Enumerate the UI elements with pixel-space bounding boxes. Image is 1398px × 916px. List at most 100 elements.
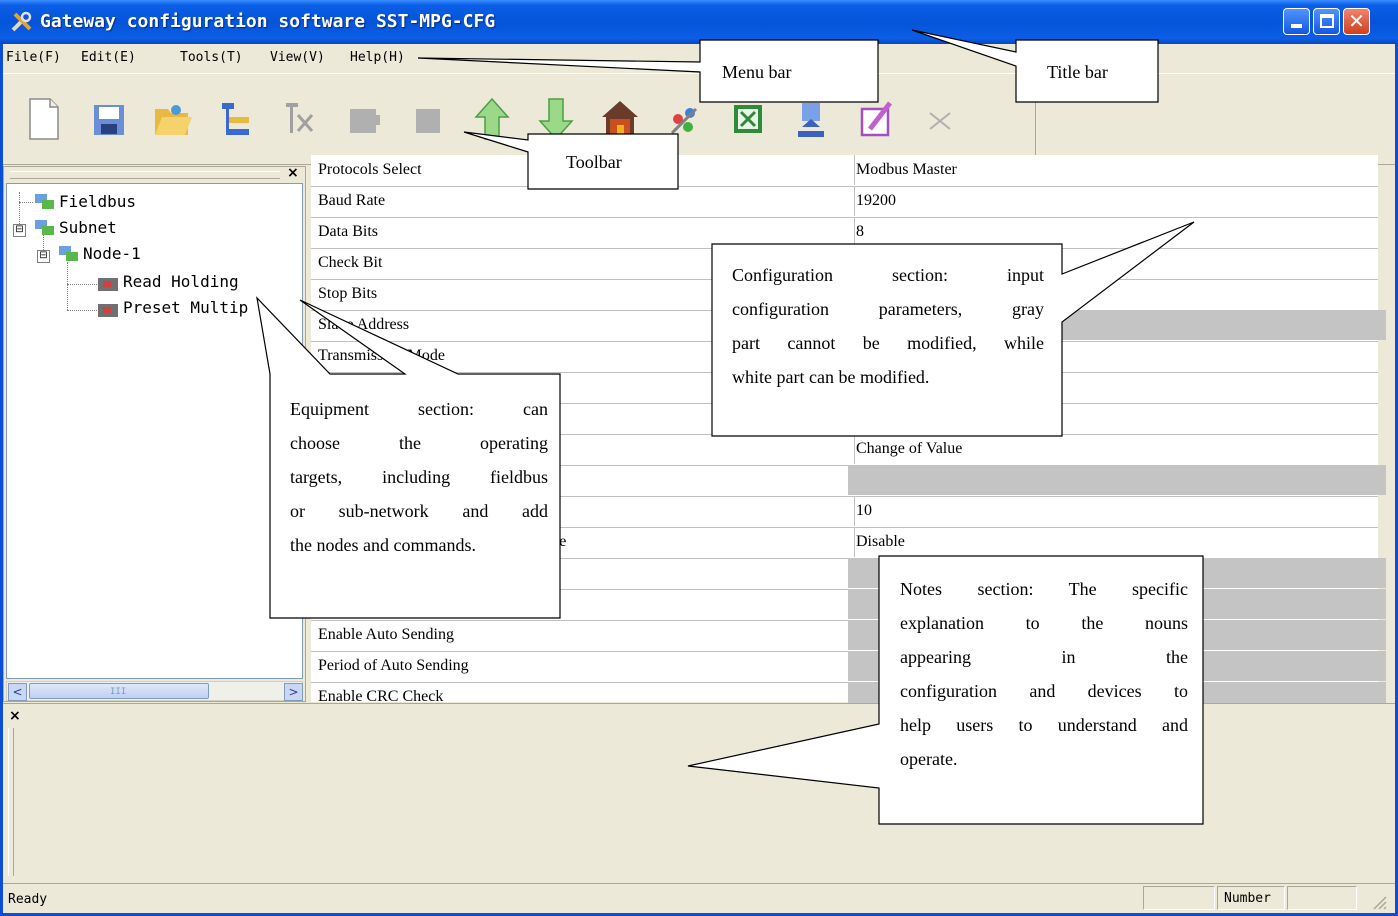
menu-bar: File(F) Edit(E) Tools(T) View(V) Help(H) bbox=[3, 44, 1395, 74]
device-tree[interactable]: Fieldbus ⊟ Subnet ⊟ Node-1 Read Holding … bbox=[6, 183, 303, 679]
menu-edit[interactable]: Edit(E) bbox=[81, 50, 136, 65]
config-row-value[interactable]: 10 bbox=[848, 496, 1386, 526]
tree-line bbox=[67, 262, 68, 310]
equipment-panel: × Fieldbus ⊟ Subnet ⊟ Node-1 Read Holdin… bbox=[3, 165, 306, 702]
tree-line bbox=[19, 202, 33, 203]
tree-line bbox=[67, 284, 97, 285]
close-button[interactable]: ✕ bbox=[1343, 8, 1370, 35]
tree-node-node-1[interactable]: Node-1 bbox=[83, 244, 141, 263]
command-icon bbox=[97, 300, 119, 320]
config-row[interactable]: Baud Rate 19200 bbox=[311, 186, 1378, 218]
menu-view[interactable]: View(V) bbox=[270, 50, 325, 65]
minimize-button[interactable] bbox=[1283, 8, 1310, 35]
new-file-icon[interactable] bbox=[24, 95, 64, 143]
up-arrow-icon[interactable] bbox=[472, 95, 512, 143]
menu-file[interactable]: File(F) bbox=[6, 50, 61, 65]
tools-icon[interactable] bbox=[664, 95, 704, 143]
toolbar-group bbox=[6, 81, 1036, 159]
tree-line bbox=[67, 310, 97, 311]
panel-grip[interactable] bbox=[10, 171, 280, 179]
callout-line: configuration and devices to bbox=[900, 681, 1188, 701]
collapse-icon[interactable]: ⊟ bbox=[37, 250, 50, 263]
status-text: Ready bbox=[8, 892, 48, 907]
tree-node-subnet[interactable]: Subnet bbox=[59, 218, 117, 237]
config-row[interactable]: Interval between characters bbox=[311, 558, 1386, 590]
status-bar: Ready Number bbox=[3, 883, 1395, 913]
edit-icon[interactable] bbox=[856, 95, 896, 143]
config-row[interactable]: Period of Auto Sending bbox=[311, 651, 1386, 683]
callout-line: choose the operating bbox=[290, 433, 548, 453]
config-row-value[interactable]: Modbus Master bbox=[848, 155, 1386, 185]
config-row-value[interactable]: Disable bbox=[848, 527, 1386, 557]
config-row-value bbox=[848, 465, 1386, 495]
menu-bar-callout-label: Menu bar bbox=[722, 62, 792, 82]
panel-close-icon[interactable]: × bbox=[287, 165, 299, 181]
down-arrow-icon[interactable] bbox=[536, 95, 576, 143]
tree-node-fieldbus[interactable]: Fieldbus bbox=[59, 192, 136, 211]
callout-line: explanation to the nouns bbox=[900, 613, 1188, 633]
callout-line: white part can be modified. bbox=[732, 367, 930, 387]
status-panel-number: Number bbox=[1217, 886, 1285, 910]
config-row[interactable]: Protocols Select Modbus Master bbox=[311, 155, 1378, 187]
callout-line: the nodes and commands. bbox=[290, 535, 476, 555]
config-row[interactable]: Offset Address bbox=[311, 589, 1386, 621]
config-row-name: Offset Address bbox=[311, 589, 855, 619]
scroll-left-icon[interactable]: < bbox=[8, 683, 27, 701]
maximize-button[interactable] bbox=[1313, 8, 1340, 35]
config-row[interactable]: Data Bits 8 bbox=[311, 217, 1378, 249]
panel-grip[interactable] bbox=[8, 728, 14, 876]
add-subnet-icon[interactable] bbox=[216, 95, 256, 143]
command-icon bbox=[97, 274, 119, 294]
callout-line: Notes section: The specific bbox=[900, 579, 1188, 599]
tree-line bbox=[19, 192, 20, 224]
menu-tools[interactable]: Tools(T) bbox=[180, 50, 243, 65]
callout-line: appearing in the bbox=[900, 647, 1188, 667]
resize-grip-icon[interactable] bbox=[1371, 894, 1387, 910]
configuration-callout-text: Configuration section: input configurati… bbox=[732, 258, 1044, 394]
config-row-value[interactable]: 19200 bbox=[848, 186, 1386, 216]
collapse-icon[interactable]: ⊟ bbox=[13, 224, 26, 237]
scroll-right-icon[interactable]: > bbox=[284, 683, 303, 701]
callout-line: Configuration section: input bbox=[732, 265, 1044, 285]
tree-node-read-holding[interactable]: Read Holding bbox=[123, 272, 239, 291]
config-row-name: Data Bits bbox=[311, 217, 855, 247]
menu-help[interactable]: Help(H) bbox=[350, 50, 405, 65]
save-icon[interactable] bbox=[88, 95, 128, 143]
config-row[interactable]: Enable Auto Sending bbox=[311, 620, 1386, 652]
open-folder-icon[interactable] bbox=[152, 95, 192, 143]
config-row-value[interactable] bbox=[848, 403, 1386, 433]
config-row-value[interactable]: 8 bbox=[848, 217, 1386, 247]
download-icon[interactable] bbox=[792, 95, 832, 143]
minimize-icon bbox=[1291, 24, 1302, 28]
callout-line: configuration parameters, gray bbox=[732, 299, 1044, 319]
network-icon bbox=[33, 218, 55, 238]
notes-close-icon[interactable]: × bbox=[9, 708, 21, 724]
callout-line: operate. bbox=[900, 749, 958, 769]
network-icon bbox=[57, 244, 79, 264]
status-panel bbox=[1287, 886, 1357, 910]
excel-icon[interactable] bbox=[728, 95, 768, 143]
scroll-thumb-grip: III bbox=[110, 687, 127, 697]
title-bar[interactable]: Gateway configuration software SST-MPG-C… bbox=[0, 0, 1398, 44]
window-title: Gateway configuration software SST-MPG-C… bbox=[40, 11, 496, 32]
add-node-icon[interactable] bbox=[344, 95, 384, 143]
config-row-name: Period of Auto Sending bbox=[311, 651, 855, 681]
maximize-icon bbox=[1320, 14, 1334, 28]
config-row-value[interactable]: Change of Value bbox=[848, 434, 1386, 464]
remove-subnet-icon[interactable] bbox=[280, 95, 320, 143]
remove-node-icon[interactable] bbox=[408, 95, 448, 143]
scroll-thumb[interactable]: III bbox=[29, 683, 209, 699]
callout-line: targets, including fieldbus bbox=[290, 467, 548, 487]
callout-line: or sub-network and add bbox=[290, 501, 548, 521]
close-icon: ✕ bbox=[1348, 9, 1365, 33]
home-icon[interactable] bbox=[600, 95, 640, 143]
network-icon bbox=[33, 192, 55, 212]
config-row-name: Enable Auto Sending bbox=[311, 620, 855, 650]
tree-horizontal-scrollbar[interactable]: < III > bbox=[6, 681, 303, 701]
delete-icon[interactable] bbox=[920, 95, 960, 143]
callout-line: help users to understand and bbox=[900, 715, 1188, 735]
toolbar-callout-label: Toolbar bbox=[566, 152, 622, 172]
callout-line: part cannot be modified, while bbox=[732, 333, 1044, 353]
tree-node-preset-multip[interactable]: Preset Multip bbox=[123, 298, 248, 317]
equipment-callout-text: Equipment section: can choose the operat… bbox=[290, 392, 548, 562]
